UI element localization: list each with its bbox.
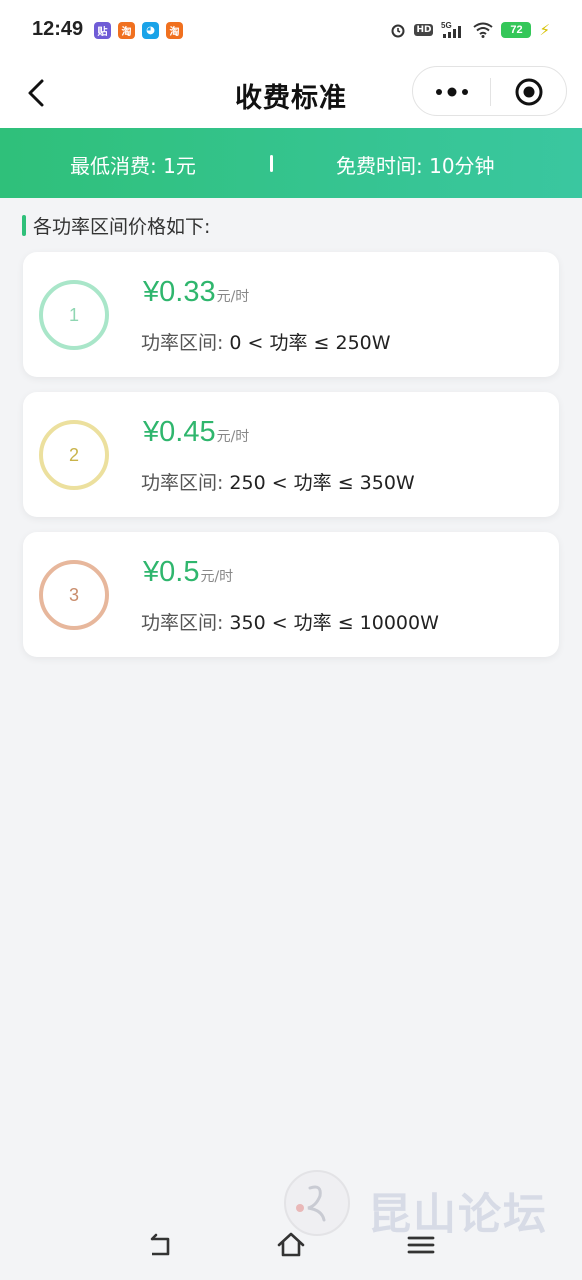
price-tier-card: 1 ¥0.33元/时 功率区间: 0 < 功率 ≤ 250W [23,252,559,377]
price-unit: 元/时 [216,289,250,305]
price-tier-card: 2 ¥0.45元/时 功率区间: 250 < 功率 ≤ 350W [23,392,559,517]
capsule-divider [490,78,491,106]
power-range-value: 0 < 功率 ≤ 250W [229,332,391,354]
price-tier-card: 3 ¥0.5元/时 功率区间: 350 < 功率 ≤ 10000W [23,532,559,657]
price-value: ¥0.45 [143,416,216,448]
svg-text:5G: 5G [441,21,452,30]
recent-apps-icon[interactable] [406,1230,436,1260]
power-range: 功率区间: 0 < 功率 ≤ 250W [141,328,391,355]
section-heading-text: 各功率区间价格如下: [33,215,211,238]
min-charge-text: 最低消费: 1元 [70,154,196,178]
power-range-label: 功率区间: [141,612,224,634]
power-range-label: 功率区间: [141,332,224,354]
wifi-icon [473,22,494,38]
bilibili-icon: ◕ [142,22,159,39]
heading-accent-bar [22,214,26,236]
battery-icon: 72 [501,22,532,38]
miniprogram-capsule [412,66,567,116]
home-icon[interactable] [276,1230,306,1260]
section-heading: 各功率区间价格如下: [22,212,210,238]
tier-number-badge: 2 [39,420,109,490]
power-range-value: 250 < 功率 ≤ 350W [229,472,415,494]
charging-bolt-icon: ⚡ [539,21,550,39]
tier-price: ¥0.5元/时 [143,556,233,589]
price-value: ¥0.5 [143,556,200,588]
navigation-bar: 收费标准 [0,62,582,128]
price-unit: 元/时 [200,569,234,585]
back-icon[interactable] [146,1230,176,1260]
power-range: 功率区间: 350 < 功率 ≤ 10000W [141,608,439,635]
price-unit: 元/时 [216,429,250,445]
power-range-label: 功率区间: [141,472,224,494]
free-time-text: 免费时间: 10分钟 [336,154,495,178]
hd-icon: HD [414,24,434,36]
system-status-icons: HD 5G 72 ⚡ [390,21,550,39]
more-icon[interactable] [433,85,471,99]
system-navigation-bar [0,1212,582,1280]
tier-number-badge: 1 [39,280,109,350]
status-time: 12:49 [32,18,84,40]
banner-divider [270,155,273,172]
taobao-icon: 淘 [166,22,183,39]
alarm-icon [391,24,405,38]
status-bar: 12:49 贴 淘 ◕ 淘 HD 5G 72 ⚡ [0,0,582,62]
signal-5g-icon: 5G [441,21,462,38]
tier-price: ¥0.45元/时 [143,416,249,449]
info-banner: 最低消费: 1元 免费时间: 10分钟 [0,128,582,198]
power-range: 功率区间: 250 < 功率 ≤ 350W [141,468,415,495]
notification-app-icons: 贴 淘 ◕ 淘 [94,22,183,39]
close-miniprogram-icon[interactable] [514,77,544,107]
taobao-icon: 淘 [118,22,135,39]
tier-number-badge: 3 [39,560,109,630]
tier-price: ¥0.33元/时 [143,276,249,309]
power-range-value: 350 < 功率 ≤ 10000W [229,612,439,634]
price-value: ¥0.33 [143,276,216,308]
tieba-icon: 贴 [94,22,111,39]
